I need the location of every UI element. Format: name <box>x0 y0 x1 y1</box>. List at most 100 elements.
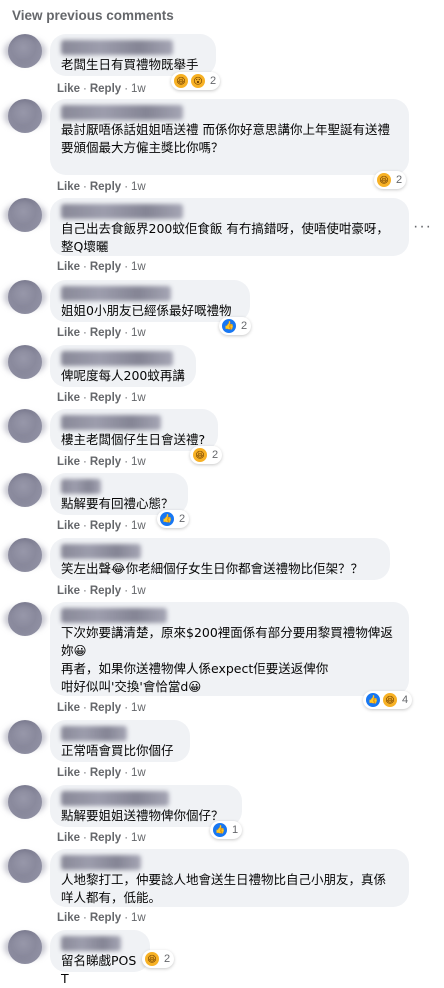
comment-time[interactable]: 1w <box>131 261 146 273</box>
haha-reaction-icon: 😆 <box>382 692 398 708</box>
reply-button[interactable]: Reply <box>90 392 121 404</box>
comment-bubble: 最討厭唔係話姐姐唔送禮 而係你好意思講你上年聖誕有送禮 要頒個最大方僱主獎比你嗎… <box>50 99 409 175</box>
comment-time[interactable]: 1w <box>131 832 146 844</box>
avatar[interactable] <box>8 280 42 314</box>
author-name-redacted[interactable] <box>61 105 183 120</box>
avatar[interactable] <box>8 34 42 68</box>
like-button[interactable]: Like <box>57 702 80 714</box>
comment-text: 姐姐0小朋友已經係最好嘅禮物 <box>61 303 232 318</box>
author-name-redacted[interactable] <box>61 791 169 806</box>
reply-button[interactable]: Reply <box>90 327 121 339</box>
reply-button[interactable]: Reply <box>90 702 121 714</box>
more-options-button[interactable]: ··· <box>413 218 432 236</box>
comment-actions: Like · Reply · 1w <box>57 702 146 714</box>
reaction-summary[interactable]: 👍 😆 4 <box>363 691 413 709</box>
reply-button[interactable]: Reply <box>90 767 121 779</box>
reaction-summary[interactable]: 👍 2 <box>157 510 190 528</box>
author-name-redacted[interactable] <box>61 351 173 366</box>
like-button[interactable]: Like <box>57 392 80 404</box>
comment-actions: Like · Reply · 1w <box>57 83 146 95</box>
reply-button[interactable]: Reply <box>90 261 121 273</box>
comment-bubble: 樓主老闆個仔生日會送禮? <box>50 409 218 451</box>
avatar[interactable] <box>8 602 42 636</box>
author-name-redacted[interactable] <box>61 608 167 623</box>
avatar[interactable] <box>8 409 42 443</box>
view-previous-comments-link[interactable]: View previous comments <box>12 8 174 23</box>
reaction-summary[interactable]: 😆 2 <box>142 950 175 968</box>
author-name-redacted[interactable] <box>61 204 183 219</box>
reply-button[interactable]: Reply <box>90 912 121 924</box>
comment-time[interactable]: 1w <box>131 392 146 404</box>
avatar[interactable] <box>8 473 42 507</box>
comment-time[interactable]: 1w <box>131 83 146 95</box>
like-button[interactable]: Like <box>57 520 80 532</box>
comment-bubble: 自己出去食飯界200蚊佢食飯 有冇搞錯呀，使唔使咁豪呀，整Q壞曬 <box>50 198 409 256</box>
haha-reaction-icon: 😆 <box>144 951 160 967</box>
reaction-summary[interactable]: 😆 2 <box>190 446 223 464</box>
comment-actions: Like · Reply · 1w <box>57 585 146 597</box>
reply-button[interactable]: Reply <box>90 181 121 193</box>
comment-actions: Like · Reply · 1w <box>57 327 146 339</box>
like-button[interactable]: Like <box>57 832 80 844</box>
comment-time[interactable]: 1w <box>131 767 146 779</box>
like-button[interactable]: Like <box>57 327 80 339</box>
like-button[interactable]: Like <box>57 585 80 597</box>
comment-bubble: 姐姐0小朋友已經係最好嘅禮物 <box>50 280 250 322</box>
comment-actions: Like · Reply · 1w <box>57 767 146 779</box>
like-button[interactable]: Like <box>57 912 80 924</box>
author-name-redacted[interactable] <box>61 479 101 494</box>
comment-text: 點解要有回禮心態？ <box>61 496 174 511</box>
reply-button[interactable]: Reply <box>90 832 121 844</box>
comment-actions: Like · Reply · 1w <box>57 456 146 468</box>
author-name-redacted[interactable] <box>61 544 141 559</box>
reaction-summary[interactable]: 😆 😮 2 <box>171 72 221 90</box>
reply-button[interactable]: Reply <box>90 83 121 95</box>
reaction-summary[interactable]: 👍 2 <box>219 317 252 335</box>
author-name-redacted[interactable] <box>61 286 171 301</box>
comment-time[interactable]: 1w <box>131 702 146 714</box>
comment-time[interactable]: 1w <box>131 520 146 532</box>
author-name-redacted[interactable] <box>61 855 141 870</box>
like-button[interactable]: Like <box>57 261 80 273</box>
reaction-count: 1 <box>232 824 239 836</box>
reaction-count: 2 <box>396 174 403 186</box>
comment-time[interactable]: 1w <box>131 327 146 339</box>
like-reaction-icon: 👍 <box>212 822 228 838</box>
avatar[interactable] <box>8 930 42 964</box>
reply-button[interactable]: Reply <box>90 456 121 468</box>
author-name-redacted[interactable] <box>61 726 127 741</box>
like-button[interactable]: Like <box>57 456 80 468</box>
author-name-redacted[interactable] <box>61 936 121 951</box>
avatar[interactable] <box>8 720 42 754</box>
avatar[interactable] <box>8 538 42 572</box>
comment-bubble: 笑左出聲😂你老細個仔女生日你都會送禮物比佢架？？ <box>50 538 390 580</box>
reply-button[interactable]: Reply <box>90 520 121 532</box>
avatar[interactable] <box>8 99 42 133</box>
comment-time[interactable]: 1w <box>131 181 146 193</box>
reaction-count: 4 <box>402 694 409 706</box>
avatar[interactable] <box>8 345 42 379</box>
reaction-summary[interactable]: 👍 1 <box>210 821 243 839</box>
avatar[interactable] <box>8 198 42 232</box>
like-reaction-icon: 👍 <box>221 318 237 334</box>
comment-actions: Like · Reply · 1w <box>57 832 146 844</box>
author-name-redacted[interactable] <box>61 415 161 430</box>
comment-time[interactable]: 1w <box>131 456 146 468</box>
comment-actions: Like · Reply · 1w <box>57 912 146 924</box>
comment-text: 樓主老闆個仔生日會送禮? <box>61 432 206 447</box>
comment-bubble: 下次妳要講清楚，原來$200裡面係有部分要用黎買禮物俾返妳😀 再者，如果你送禮物… <box>50 602 409 696</box>
like-button[interactable]: Like <box>57 83 80 95</box>
reaction-count: 2 <box>179 513 186 525</box>
like-button[interactable]: Like <box>57 767 80 779</box>
reaction-summary[interactable]: 😆 2 <box>374 171 407 189</box>
avatar[interactable] <box>8 849 42 883</box>
avatar[interactable] <box>8 785 42 819</box>
author-name-redacted[interactable] <box>61 40 173 55</box>
comment-time[interactable]: 1w <box>131 585 146 597</box>
comment-time[interactable]: 1w <box>131 912 146 924</box>
reply-button[interactable]: Reply <box>90 585 121 597</box>
comment-bubble: 俾呢度每人200蚊再講 <box>50 345 196 387</box>
comment-bubble: 點解要有回禮心態？ <box>50 473 188 515</box>
like-button[interactable]: Like <box>57 181 80 193</box>
like-reaction-icon: 👍 <box>365 692 381 708</box>
